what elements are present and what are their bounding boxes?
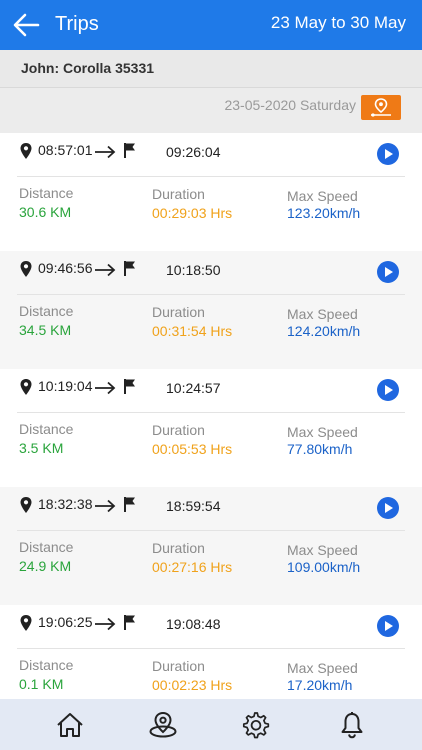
duration-label: Duration: [152, 422, 205, 438]
distance-value: 0.1 KM: [19, 676, 64, 692]
max-speed-value: 124.20km/h: [287, 323, 361, 339]
flag-icon: [124, 143, 135, 158]
max-speed-value: 77.80km/h: [287, 441, 353, 457]
play-icon[interactable]: [377, 261, 399, 283]
date-bar: 23-05-2020 Saturday: [0, 88, 422, 133]
arrow-right-icon: [95, 263, 116, 277]
back-arrow-icon[interactable]: [12, 12, 40, 38]
trip-end-time: 18:59:54: [166, 498, 221, 514]
map-pin-route-icon: [371, 98, 391, 117]
trip-end-time: 10:24:57: [166, 380, 221, 396]
divider: [17, 412, 405, 413]
gear-icon[interactable]: [241, 711, 271, 739]
duration-value: 00:02:23 Hrs: [152, 677, 233, 693]
arrow-right-icon: [95, 499, 116, 513]
max-speed-label: Max Speed: [287, 188, 358, 204]
max-speed-value: 109.00km/h: [287, 559, 361, 575]
duration-value: 00:05:53 Hrs: [152, 441, 233, 457]
max-speed-label: Max Speed: [287, 542, 358, 558]
duration-value: 00:27:16 Hrs: [152, 559, 233, 575]
trip-end-time: 10:18:50: [166, 262, 221, 278]
distance-value: 3.5 KM: [19, 440, 64, 456]
distance-label: Distance: [19, 657, 74, 673]
duration-label: Duration: [152, 658, 205, 674]
trip-start-time: 10:19:04: [38, 378, 93, 394]
distance-label: Distance: [19, 539, 74, 555]
duration-value: 00:31:54 Hrs: [152, 323, 233, 339]
trip-date: 23-05-2020 Saturday: [224, 97, 356, 113]
app-header: Trips 23 May to 30 May: [0, 0, 422, 50]
distance-value: 30.6 KM: [19, 204, 72, 220]
arrow-right-icon: [95, 145, 116, 159]
duration-label: Duration: [152, 540, 205, 556]
duration-value: 00:29:03 Hrs: [152, 205, 233, 221]
home-icon[interactable]: [55, 711, 85, 739]
distance-label: Distance: [19, 185, 74, 201]
flag-icon: [124, 261, 135, 276]
location-pin-icon: [20, 615, 32, 631]
divider: [17, 530, 405, 531]
date-range[interactable]: 23 May to 30 May: [271, 13, 406, 33]
bell-icon[interactable]: [337, 711, 367, 739]
play-icon[interactable]: [377, 615, 399, 637]
trip-card: 18:32:38 18:59:54 Distance 24.9 KM Durat…: [0, 487, 422, 605]
trip-card: 09:46:56 10:18:50 Distance 34.5 KM Durat…: [0, 251, 422, 369]
distance-label: Distance: [19, 303, 74, 319]
max-speed-value: 17.20km/h: [287, 677, 353, 693]
page-title: Trips: [55, 13, 99, 35]
location-pin-icon: [20, 261, 32, 277]
flag-icon: [124, 615, 135, 630]
play-icon[interactable]: [377, 143, 399, 165]
max-speed-value: 123.20km/h: [287, 205, 361, 221]
location-pin-icon: [20, 379, 32, 395]
trip-end-time: 19:08:48: [166, 616, 221, 632]
divider: [17, 648, 405, 649]
duration-label: Duration: [152, 186, 205, 202]
trip-card: 19:06:25 19:08:48 Distance 0.1 KM Durati…: [0, 605, 422, 699]
location-pin-icon: [20, 143, 32, 159]
distance-label: Distance: [19, 421, 74, 437]
vehicle-name: John: Corolla 35331: [21, 60, 155, 76]
vehicle-bar: John: Corolla 35331: [0, 50, 422, 88]
trip-start-time: 09:46:56: [38, 260, 93, 276]
trip-start-time: 18:32:38: [38, 496, 93, 512]
divider: [17, 176, 405, 177]
trip-start-time: 19:06:25: [38, 614, 93, 630]
location-pin-icon: [20, 497, 32, 513]
trip-card: 08:57:01 09:26:04 Distance 30.6 KM Durat…: [0, 133, 422, 251]
distance-value: 34.5 KM: [19, 322, 72, 338]
flag-icon: [124, 497, 135, 512]
distance-value: 24.9 KM: [19, 558, 72, 574]
map-route-button[interactable]: [361, 95, 401, 120]
trip-start-time: 08:57:01: [38, 142, 93, 158]
play-icon[interactable]: [377, 379, 399, 401]
play-icon[interactable]: [377, 497, 399, 519]
trip-end-time: 09:26:04: [166, 144, 221, 160]
bottom-tab-bar: [0, 699, 422, 750]
max-speed-label: Max Speed: [287, 306, 358, 322]
flag-icon: [124, 379, 135, 394]
duration-label: Duration: [152, 304, 205, 320]
max-speed-label: Max Speed: [287, 424, 358, 440]
arrow-right-icon: [95, 381, 116, 395]
arrow-right-icon: [95, 617, 116, 631]
trip-card: 10:19:04 10:24:57 Distance 3.5 KM Durati…: [0, 369, 422, 487]
location-radar-icon[interactable]: [148, 711, 178, 739]
max-speed-label: Max Speed: [287, 660, 358, 676]
divider: [17, 294, 405, 295]
